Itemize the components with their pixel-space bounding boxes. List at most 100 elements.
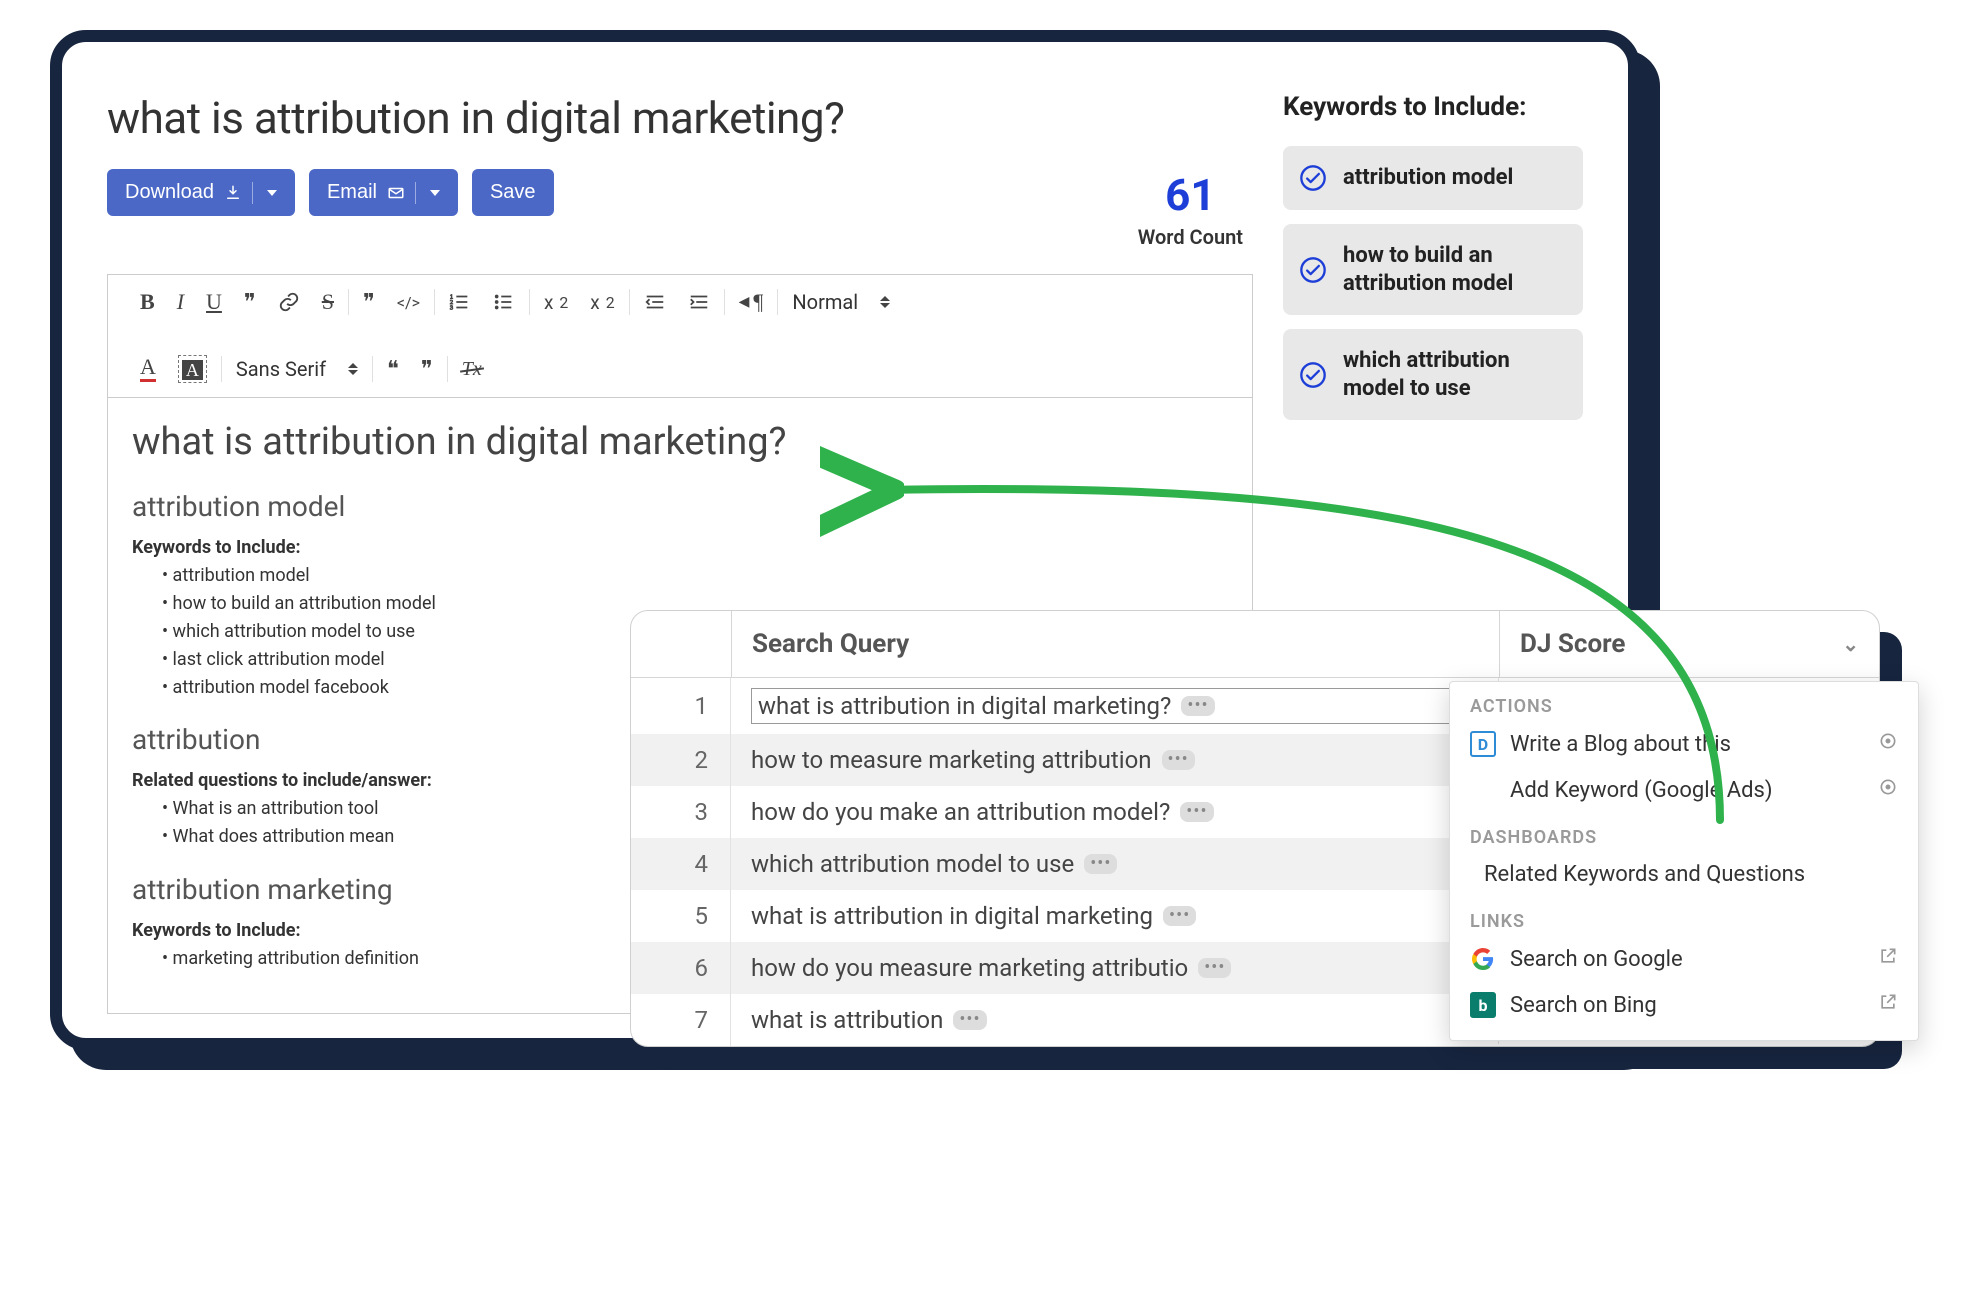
button-separator xyxy=(252,182,253,204)
row-query-text: how to measure marketing attribution xyxy=(751,746,1152,774)
outdent-button[interactable] xyxy=(644,291,666,313)
action-related-keywords[interactable]: Related Keywords and Questions xyxy=(1450,852,1918,897)
bing-icon: b xyxy=(1470,992,1496,1018)
word-count-value: 61 xyxy=(1138,169,1243,221)
row-query-cell: what is attribution in digital marketing… xyxy=(731,892,1499,940)
action-write-blog[interactable]: D Write a Blog about this xyxy=(1450,721,1918,767)
font-color-button[interactable]: A xyxy=(140,356,156,382)
word-count-block: 61 Word Count xyxy=(1138,169,1253,249)
save-label: Save xyxy=(490,181,536,204)
check-circle-icon xyxy=(1299,361,1327,389)
popover-section-links: LINKS xyxy=(1450,897,1918,936)
link-search-google[interactable]: Search on Google xyxy=(1450,936,1918,982)
row-query-cell: which attribution model to use••• xyxy=(731,840,1499,888)
header-search-query[interactable]: Search Query xyxy=(731,611,1499,677)
underline-button[interactable]: U xyxy=(206,289,222,315)
row-number: 5 xyxy=(631,890,731,942)
more-icon[interactable]: ••• xyxy=(1084,854,1117,874)
email-button[interactable]: Email xyxy=(309,169,458,216)
keyword-text: attribution model xyxy=(1343,164,1513,192)
row-number: 4 xyxy=(631,838,731,890)
more-icon[interactable]: ••• xyxy=(1181,696,1214,716)
check-circle-icon xyxy=(1299,164,1327,192)
superscript-button[interactable]: x2 xyxy=(590,291,614,314)
indent-button[interactable] xyxy=(688,291,710,313)
row-query-text: what is attribution xyxy=(751,1006,943,1034)
strikethrough-button[interactable]: S xyxy=(322,289,334,315)
download-label: Download xyxy=(125,181,214,204)
row-query-cell: what is attribution in digital marketing… xyxy=(731,678,1499,734)
keyword-text: which attribution model to use xyxy=(1343,347,1567,402)
editor-toolbar: B I U ❞ S ❞ </> 123 xyxy=(108,275,1252,398)
up-down-caret-icon xyxy=(348,363,358,375)
editor-h1: what is attribution in digital marketing… xyxy=(132,420,1228,464)
format-select[interactable]: Normal xyxy=(792,290,858,314)
download-button[interactable]: Download xyxy=(107,169,295,216)
code-block-button[interactable]: </> xyxy=(397,293,420,312)
row-query-cell: how do you measure marketing attributio •… xyxy=(731,944,1499,992)
target-icon xyxy=(1878,731,1898,757)
svg-text:3: 3 xyxy=(450,304,453,311)
row-query-cell: how do you make an attribution model?••• xyxy=(731,788,1499,836)
keyword-card[interactable]: which attribution model to use xyxy=(1283,329,1583,420)
unordered-list-button[interactable] xyxy=(493,291,515,313)
more-icon[interactable]: ••• xyxy=(1180,802,1213,822)
header-dj-score[interactable]: DJ Score ⌄ xyxy=(1499,611,1879,677)
italic-button[interactable]: I xyxy=(177,289,184,315)
row-number: 1 xyxy=(631,678,731,734)
row-number: 6 xyxy=(631,942,731,994)
action-add-keyword[interactable]: Add Keyword (Google Ads) xyxy=(1450,767,1918,813)
keyword-card[interactable]: attribution model xyxy=(1283,146,1583,210)
more-icon[interactable]: ••• xyxy=(1198,958,1231,978)
link-search-bing[interactable]: b Search on Bing xyxy=(1450,982,1918,1028)
word-count-label: Word Count xyxy=(1138,225,1243,249)
close-quote-button[interactable]: ❞ xyxy=(421,356,433,382)
download-icon xyxy=(224,184,242,202)
check-circle-icon xyxy=(1299,256,1327,284)
keyword-card[interactable]: how to build an attribution model xyxy=(1283,224,1583,315)
more-icon[interactable]: ••• xyxy=(953,1010,986,1030)
outdent-icon xyxy=(644,291,666,313)
popover-section-actions: ACTIONS xyxy=(1450,682,1918,721)
popover-section-dashboards: DASHBOARDS xyxy=(1450,813,1918,852)
row-context-menu: ACTIONS D Write a Blog about this Add Ke… xyxy=(1449,681,1919,1041)
editor-subheading: Keywords to Include: xyxy=(132,537,1228,558)
table-header: Search Query DJ Score ⌄ xyxy=(631,611,1879,678)
keyword-text: how to build an attribution model xyxy=(1343,242,1567,297)
clear-formatting-button[interactable]: Tx xyxy=(462,358,482,381)
quote-button[interactable]: ❞ xyxy=(363,289,375,315)
row-query-cell: how to measure marketing attribution ••• xyxy=(731,736,1499,784)
bold-button[interactable]: B xyxy=(140,289,155,315)
ordered-list-button[interactable]: 123 xyxy=(449,291,471,313)
subscript-button[interactable]: x2 xyxy=(544,291,568,314)
row-number: 7 xyxy=(631,994,731,1046)
search-query-panel: Search Query DJ Score ⌄ 1 what is attribu… xyxy=(630,610,1880,1047)
indent-icon xyxy=(688,291,710,313)
open-quote-button[interactable]: ❝ xyxy=(387,356,399,382)
action-toolbar: Download Email Save 61 Word Count xyxy=(107,169,1253,249)
row-query-text: how do you measure marketing attributio xyxy=(751,954,1188,982)
blockquote-button[interactable]: ❞ xyxy=(244,289,256,315)
row-query-text: what is attribution in digital marketing… xyxy=(758,692,1171,720)
external-link-icon xyxy=(1878,946,1898,972)
row-number: 2 xyxy=(631,734,731,786)
font-family-select[interactable]: Sans Serif xyxy=(236,357,326,381)
row-number: 3 xyxy=(631,786,731,838)
page-title: what is attribution in digital marketing… xyxy=(107,92,1253,144)
more-icon[interactable]: ••• xyxy=(1163,906,1196,926)
button-separator xyxy=(415,182,416,204)
more-icon[interactable]: ••• xyxy=(1162,750,1195,770)
background-color-button[interactable]: A xyxy=(178,355,207,383)
text-direction-button[interactable]: ◀¶ xyxy=(739,289,764,315)
caret-down-icon xyxy=(267,190,277,196)
demandjump-icon: D xyxy=(1470,731,1496,757)
editor-h2: attribution model xyxy=(132,490,1228,523)
chevron-down-icon: ⌄ xyxy=(1842,632,1859,656)
row-query-text: what is attribution in digital marketing xyxy=(751,902,1153,930)
link-button[interactable] xyxy=(278,291,300,313)
editor-list-item: attribution model xyxy=(162,562,1228,590)
ordered-list-icon: 123 xyxy=(449,291,471,313)
unordered-list-icon xyxy=(493,291,515,313)
save-button[interactable]: Save xyxy=(472,169,554,216)
keywords-title: Keywords to Include: xyxy=(1283,92,1583,122)
